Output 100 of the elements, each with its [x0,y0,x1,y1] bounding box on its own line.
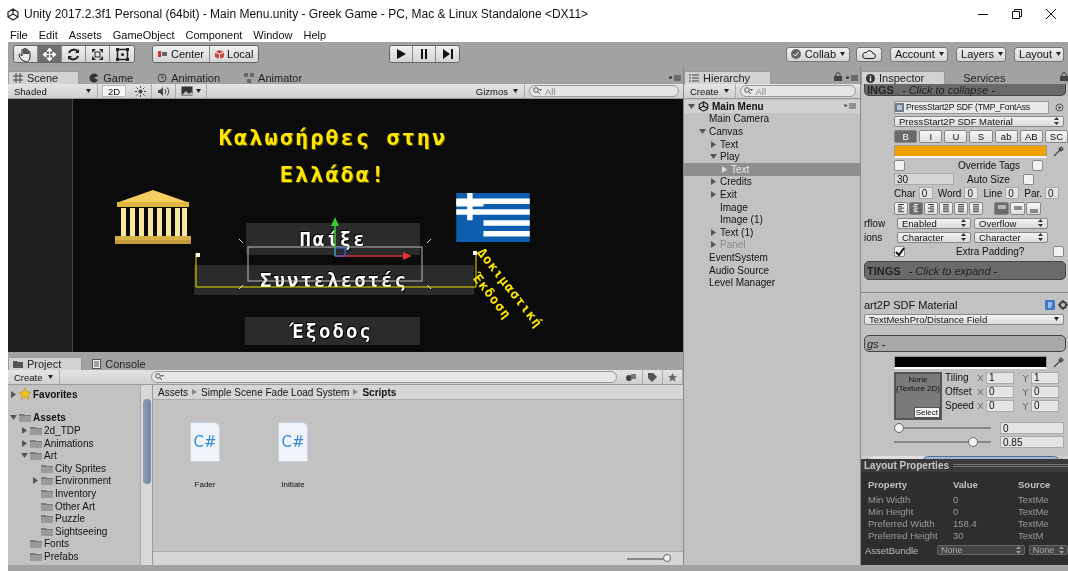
account-dropdown[interactable]: Account [890,46,948,62]
color-swatch[interactable] [894,355,1047,369]
number-field[interactable]: 0 [1000,422,1064,434]
gizmos-dropdown[interactable]: Gizmos [469,84,525,98]
folder-tree-item[interactable]: Inventory [8,487,140,500]
folder-tree-item[interactable]: Prefabs [8,550,140,563]
alignment-button[interactable] [939,201,953,215]
menu-item[interactable]: Component [185,29,243,41]
menu-item[interactable]: Assets [68,29,102,41]
game-object-item[interactable]: Exit [684,188,860,201]
texture-slot[interactable]: None (Texture 2D) Select [894,372,942,420]
number-field[interactable]: 1 [986,371,1014,384]
2d-toggle[interactable]: 2D [102,85,127,97]
alignment-button[interactable] [924,201,938,215]
view-tab[interactable]: Scene [8,71,80,84]
number-field[interactable]: 0 [1005,187,1020,199]
breadcrumb-item[interactable]: Simple Scene Fade Load System [201,386,350,398]
file-name[interactable]: Fader [194,480,216,489]
view-tab[interactable]: Game [85,71,148,84]
checkbox[interactable] [894,159,905,171]
game-object-item[interactable]: Main Camera [684,112,860,126]
vertical-align-button[interactable] [1026,201,1041,215]
font-asset-field[interactable]: PressStart2P SDF (TMP_FontAss [894,100,1049,114]
breadcrumb-item[interactable]: Scripts [362,386,397,398]
font-style-button[interactable]: AB [1019,129,1043,143]
folder-tree-item[interactable]: Puzzle [8,512,140,525]
font-style-button[interactable]: I [919,129,943,143]
game-object-item[interactable]: Text [684,137,860,151]
slider-thumb[interactable] [663,554,671,562]
collab-dropdown[interactable]: Collab [785,46,850,62]
search-field[interactable]: All [529,85,679,97]
slider-thumb[interactable] [894,423,904,433]
game-object-item[interactable]: Credits [684,175,860,189]
view-tab[interactable]: Project [8,357,83,370]
game-object-item[interactable]: Audio Source [684,263,860,277]
view-tab[interactable]: Animator [240,71,317,84]
font-style-button[interactable]: B [894,129,918,143]
folder-tree-item[interactable]: Fonts [8,537,140,551]
view-tab[interactable]: Animation [153,71,235,84]
material-dropdown[interactable]: PressStart2P SDF Material [894,115,1064,127]
color-swatch[interactable] [894,144,1047,158]
menu-item[interactable]: Edit [38,29,58,41]
menu-item[interactable]: Help [303,29,327,41]
checkbox[interactable] [1053,245,1065,257]
local-button[interactable]: Local [210,46,259,62]
number-field[interactable]: 30 [894,173,954,185]
alignment-button[interactable] [969,201,983,215]
number-field[interactable]: 0 [1031,399,1059,412]
section-header[interactable]: gs - [864,335,1066,352]
menu-item[interactable]: Window [253,29,293,41]
font-style-button[interactable]: U [944,129,968,143]
dropdown[interactable]: Character [897,231,971,243]
create-dropdown[interactable]: Create [8,370,60,384]
game-object-item[interactable]: Image [684,200,860,214]
checkbox[interactable] [894,245,905,257]
play-button[interactable] [390,46,414,62]
layers-dropdown[interactable]: Layers [956,46,1006,62]
icon-size-slider[interactable] [627,554,671,563]
menu-item[interactable]: File [10,29,28,41]
font-style-button[interactable]: S [969,129,993,143]
font-style-button[interactable]: SC [1044,129,1068,143]
tool-button[interactable] [14,46,38,62]
number-field[interactable]: 0 [918,187,933,199]
dropdown[interactable]: Character [974,231,1048,243]
number-field[interactable]: 0 [964,187,979,199]
game-object-item[interactable]: Image (1) [684,213,860,226]
game-object-item[interactable]: Level Manager [684,276,860,289]
tool-button[interactable] [86,46,110,62]
number-field[interactable]: 0 [1031,385,1059,398]
game-object-item[interactable]: Canvas [684,125,860,138]
asset-bundle-dropdown[interactable]: None [1028,545,1068,555]
vertical-align-button[interactable] [994,201,1009,215]
folder-tree-item[interactable]: Other Art [8,499,140,513]
view-tab[interactable]: Hierarchy [684,71,772,84]
checkbox[interactable] [1032,159,1044,171]
folder-tree-item[interactable]: Environment [8,474,140,488]
breadcrumb-item[interactable]: Assets [158,386,188,398]
folder-tree-item[interactable]: Assets [8,411,140,425]
number-field[interactable]: 0 [1045,187,1060,199]
cloud-button[interactable] [856,46,882,62]
game-object-item[interactable]: Text (1) [684,225,860,239]
file-name[interactable]: Initiate [281,480,305,489]
game-object-item[interactable]: Play [684,150,860,163]
dropdown[interactable]: Overflow [974,217,1048,229]
folder-tree-item[interactable]: Animations [8,436,140,450]
search-field[interactable]: All [739,85,856,97]
pause-button[interactable] [413,46,437,62]
shading-dropdown[interactable]: Shaded [8,84,98,98]
asset-bundle-dropdown[interactable]: None [937,545,1025,555]
slider-thumb[interactable] [967,437,978,447]
font-style-button[interactable]: ab [994,129,1018,143]
number-field[interactable]: 1 [1031,371,1059,384]
search-field[interactable] [151,371,617,383]
shader-dropdown[interactable]: TextMeshPro/Distance Field [864,313,1064,325]
scrollbar-thumb[interactable] [142,399,151,484]
view-tab[interactable]: Inspector [861,71,946,84]
number-field[interactable]: 0.85 [1000,436,1064,448]
step-button[interactable] [436,46,460,62]
folder-tree-item[interactable]: Favorites [8,388,140,401]
layout-dropdown[interactable]: Layout [1014,46,1064,62]
